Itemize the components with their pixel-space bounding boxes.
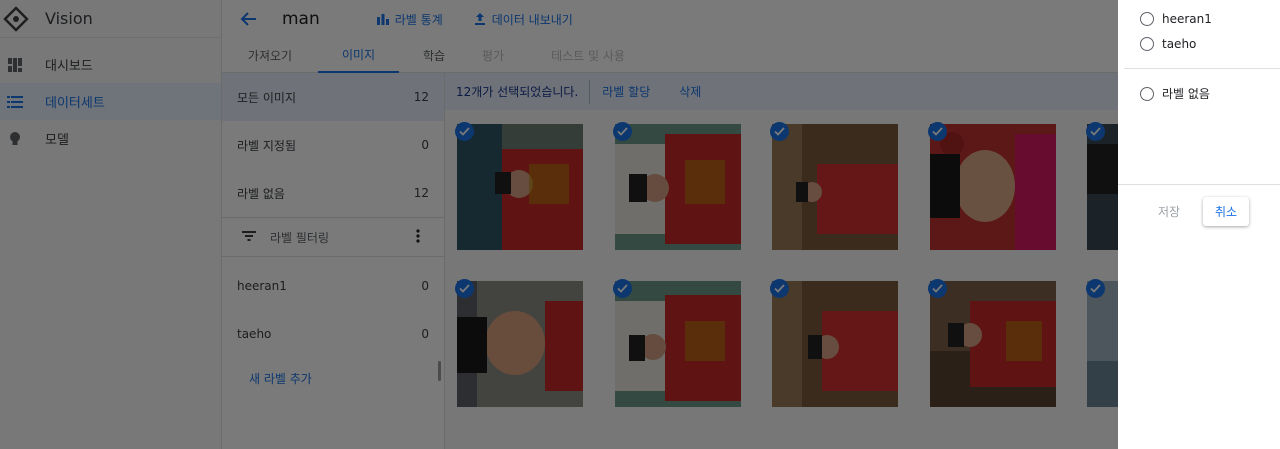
checkmark-icon[interactable]: [928, 279, 947, 298]
filter-label: taeho: [237, 327, 272, 341]
divider: [1118, 184, 1280, 185]
checkmark-icon[interactable]: [770, 122, 789, 141]
tab-evaluate: 평가: [481, 49, 505, 63]
radio-button[interactable]: [1140, 12, 1154, 26]
option-label: taeho: [1162, 37, 1197, 51]
checkmark-icon[interactable]: [1086, 122, 1105, 141]
checkmark-icon[interactable]: [455, 279, 474, 298]
filter-label: 라벨 없음: [237, 186, 285, 201]
nav-label: 대시보드: [45, 59, 93, 74]
vision-logo-icon: [1, 4, 31, 34]
image-filter-panel: 모든 이미지 12 라벨 지정됨 0 라벨 없음 12 라벨 필터링 heera…: [222, 73, 445, 449]
filter-label-taeho[interactable]: taeho 0: [222, 310, 444, 358]
filter-all-images[interactable]: 모든 이미지 12: [222, 73, 444, 121]
list-icon: [7, 94, 23, 110]
dataset-header: man 라벨 통계 데이터 내보내기: [222, 0, 1118, 38]
radio-button[interactable]: [1140, 37, 1154, 51]
filter-unlabeled[interactable]: 라벨 없음 12: [222, 169, 444, 217]
lightbulb-icon: [7, 131, 23, 147]
filter-count: 12: [413, 90, 429, 104]
option-label: heeran1: [1162, 12, 1212, 26]
tab-bar: 가져오기 이미지 학습 평가 테스트 및 사용: [222, 38, 1118, 73]
image-thumbnail[interactable]: [457, 281, 583, 407]
selected-count: 12개가 선택되었습니다.: [456, 85, 579, 99]
filter-count: 12: [413, 186, 429, 200]
label-filter-title: 라벨 필터링: [270, 230, 330, 245]
dashboard-icon: [7, 57, 23, 73]
filter-label: 라벨 지정됨: [237, 138, 297, 153]
checkmark-icon[interactable]: [1086, 279, 1105, 298]
nav-label: 모델: [45, 133, 69, 148]
checkmark-icon[interactable]: [613, 122, 632, 141]
divider: [589, 79, 591, 104]
image-thumbnail[interactable]: [930, 281, 1056, 407]
nav-item-dashboard[interactable]: 대시보드: [0, 46, 221, 83]
save-button[interactable]: 저장: [1150, 198, 1188, 224]
label-stats-text: 라벨 통계: [394, 12, 443, 27]
nav-item-models[interactable]: 모델: [0, 120, 221, 157]
assign-label-panel: heeran1 taeho 라벨 없음 저장 취소: [1118, 0, 1280, 449]
nav-label: 데이터세트: [45, 96, 105, 111]
filter-count: 0: [421, 138, 429, 152]
image-thumbnail[interactable]: [1087, 124, 1118, 250]
image-thumbnail[interactable]: [772, 281, 898, 407]
filter-label: 모든 이미지: [237, 90, 297, 105]
filter-label-heeran1[interactable]: heeran1 0: [222, 262, 444, 310]
checkmark-icon[interactable]: [613, 279, 632, 298]
divider: [1124, 68, 1280, 69]
option-label: 라벨 없음: [1162, 87, 1210, 101]
label-option-none[interactable]: 라벨 없음: [1140, 85, 1210, 102]
nav-item-datasets[interactable]: 데이터세트: [0, 83, 221, 120]
add-new-label-button[interactable]: 새 라벨 추가: [222, 370, 444, 387]
assign-label-button[interactable]: 라벨 할당: [602, 83, 650, 100]
image-thumbnail[interactable]: [615, 124, 741, 250]
app-name: Vision: [45, 9, 93, 28]
checkmark-icon[interactable]: [455, 122, 474, 141]
filter-count: 0: [421, 279, 429, 293]
selection-bar: 12개가 선택되었습니다. 라벨 할당 삭제: [445, 73, 1118, 110]
tab-test-and-use: 테스트 및 사용: [551, 49, 625, 63]
tab-import[interactable]: 가져오기: [222, 38, 318, 73]
brand-bar: Vision: [0, 0, 221, 38]
image-thumbnail[interactable]: [1087, 281, 1118, 407]
label-filter-header: 라벨 필터링: [222, 218, 444, 256]
dataset-name: man: [282, 9, 320, 29]
bar-chart-icon: [376, 13, 389, 25]
label-option-heeran1[interactable]: heeran1: [1140, 12, 1212, 26]
export-data-button[interactable]: 데이터 내보내기: [474, 11, 573, 28]
upload-icon: [474, 13, 486, 25]
filter-icon: [242, 230, 256, 244]
filter-count: 0: [421, 327, 429, 341]
filter-labeled[interactable]: 라벨 지정됨 0: [222, 121, 444, 169]
image-thumbnail[interactable]: [457, 124, 583, 250]
checkmark-icon[interactable]: [928, 122, 947, 141]
checkmark-icon[interactable]: [770, 279, 789, 298]
back-arrow-icon[interactable]: [239, 9, 259, 29]
export-data-text: 데이터 내보내기: [491, 12, 573, 27]
image-thumbnail[interactable]: [772, 124, 898, 250]
tab-images[interactable]: 이미지: [318, 38, 399, 73]
image-thumbnail[interactable]: [615, 281, 741, 407]
left-nav: Vision 대시보드 데이터세트 모델: [0, 0, 222, 449]
delete-button[interactable]: 삭제: [679, 83, 701, 100]
cancel-button[interactable]: 취소: [1203, 197, 1249, 226]
label-stats-button[interactable]: 라벨 통계: [376, 11, 443, 28]
filter-label: heeran1: [237, 279, 287, 293]
tab-train[interactable]: 학습: [399, 38, 469, 73]
image-thumbnail[interactable]: [930, 124, 1056, 250]
radio-button[interactable]: [1140, 86, 1154, 101]
more-vert-icon[interactable]: [416, 228, 420, 246]
vision-app: Vision 대시보드 데이터세트 모델 man 라벨 통계 데이터 내보내기 …: [0, 0, 1280, 449]
filter-scrollbar[interactable]: [438, 361, 441, 381]
image-grid: [445, 110, 1118, 449]
label-option-taeho[interactable]: taeho: [1140, 37, 1196, 51]
